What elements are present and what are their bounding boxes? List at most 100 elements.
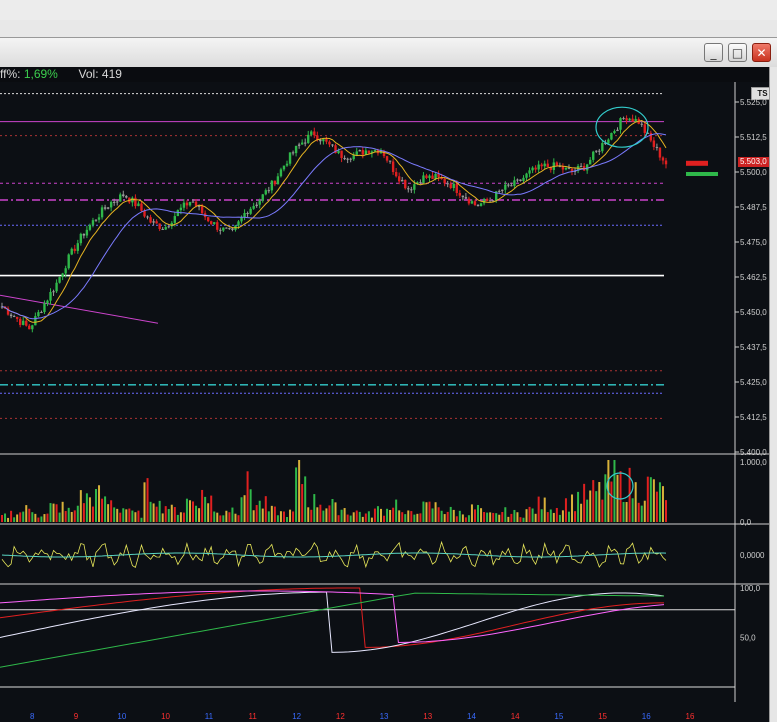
price-bar-body <box>431 175 434 179</box>
volume-bar <box>634 482 637 522</box>
volume-bar <box>131 510 134 522</box>
volume-bar <box>125 509 128 522</box>
vol-label: Vol: <box>78 67 99 81</box>
price-bar-body <box>76 243 79 251</box>
price-tick-label: 5.425,0 <box>740 378 767 387</box>
price-bar-body <box>167 226 170 228</box>
volume-bar <box>477 504 480 522</box>
price-bar-body <box>94 219 98 221</box>
close-icon: ✕ <box>756 45 767 60</box>
price-bar-body <box>488 200 492 202</box>
volume-bar <box>146 478 149 522</box>
price-bar-body <box>185 202 189 206</box>
price-tick-label: 5.500,0 <box>740 168 767 177</box>
price-bar-body <box>407 188 410 190</box>
price-bar-body <box>303 142 307 144</box>
volume-bar <box>340 509 343 522</box>
minimize-button[interactable]: _ <box>704 43 723 62</box>
price-bar-body <box>464 197 468 199</box>
price-bar-body <box>446 183 449 185</box>
price-bar-body <box>206 217 210 222</box>
volume-bar <box>76 505 79 522</box>
volume-bar <box>49 503 52 522</box>
price-bar-body <box>15 316 19 319</box>
price-bar-body <box>22 320 25 325</box>
maximize-button[interactable]: □ <box>728 43 747 62</box>
volume-bar <box>373 508 376 522</box>
volume-bar <box>279 511 282 522</box>
volume-bar <box>464 517 467 522</box>
price-bar-body <box>64 268 67 274</box>
volume-bar <box>140 517 143 522</box>
price-bar-body <box>119 194 122 202</box>
price-bar-body <box>507 184 510 186</box>
volume-bar <box>574 511 577 522</box>
date-tick-label: 16 <box>686 712 695 721</box>
price-bar-body <box>91 220 95 225</box>
price-bar-body <box>373 149 377 152</box>
volume-bar <box>334 502 337 522</box>
price-bar-body <box>140 203 143 211</box>
volume-bar <box>646 476 649 522</box>
volume-bar <box>37 517 40 522</box>
price-bar-body <box>410 189 413 191</box>
close-button[interactable]: ✕ <box>752 43 771 62</box>
price-bar-body <box>109 201 113 208</box>
volume-bar <box>558 514 561 522</box>
volume-bar <box>501 511 504 522</box>
volume-bar <box>355 510 358 522</box>
price-bar-body <box>97 217 101 220</box>
volume-bar <box>234 513 237 522</box>
volume-bar <box>34 513 37 522</box>
volume-bar <box>619 471 622 522</box>
price-bar-body <box>46 300 49 304</box>
volume-bar <box>604 474 607 522</box>
price-bar-body <box>485 198 489 201</box>
volume-bar <box>389 509 392 522</box>
volume-bar <box>661 486 664 522</box>
volume-bar <box>322 510 325 522</box>
price-bar-body <box>437 173 440 178</box>
volume-bar <box>658 482 661 522</box>
volume-bar <box>592 480 595 522</box>
price-bar-body <box>331 144 334 146</box>
volume-bar <box>540 509 543 522</box>
volume-bar <box>79 490 82 522</box>
volume-bar <box>640 505 643 522</box>
price-bar-body <box>564 167 568 170</box>
price-bar-body <box>391 161 395 172</box>
price-bar-body <box>297 144 301 146</box>
volume-bar <box>552 512 555 522</box>
volume-bar <box>392 507 395 522</box>
scroll-rail[interactable] <box>769 67 777 722</box>
volume-bar <box>246 471 249 522</box>
volume-bar <box>176 514 179 522</box>
price-bar-body <box>18 318 22 325</box>
volume-bar <box>198 508 201 522</box>
volume-bar <box>622 501 625 522</box>
volume-bar <box>386 508 389 522</box>
price-bar-body <box>401 179 404 182</box>
price-bar-body <box>125 196 128 198</box>
price-bar-body <box>49 291 52 301</box>
moving-average-line <box>1 119 667 323</box>
price-bar-body <box>152 221 155 223</box>
volume-bar <box>137 510 140 522</box>
volume-bar <box>113 507 116 522</box>
price-bar-body <box>543 163 546 167</box>
volume-bar <box>613 460 616 522</box>
chart-area[interactable]: 5.525,0 5.512,5 5.500,0 5.487,5 5.475,0 5.462… <box>0 82 769 722</box>
price-bar-body <box>28 325 31 330</box>
stoch-line <box>0 587 664 648</box>
volume-bar <box>67 507 70 522</box>
price-tick-label: 5.412,5 <box>740 413 767 422</box>
volume-bar <box>428 501 431 522</box>
price-bar-body <box>61 273 64 278</box>
volume-bar <box>261 508 264 522</box>
volume-bar <box>258 500 261 522</box>
price-bar-body <box>634 118 637 122</box>
volume-bar <box>516 512 519 522</box>
price-bar-body <box>546 163 549 167</box>
volume-bar <box>179 512 182 522</box>
price-tick-label: 5.400,0 <box>740 448 767 457</box>
